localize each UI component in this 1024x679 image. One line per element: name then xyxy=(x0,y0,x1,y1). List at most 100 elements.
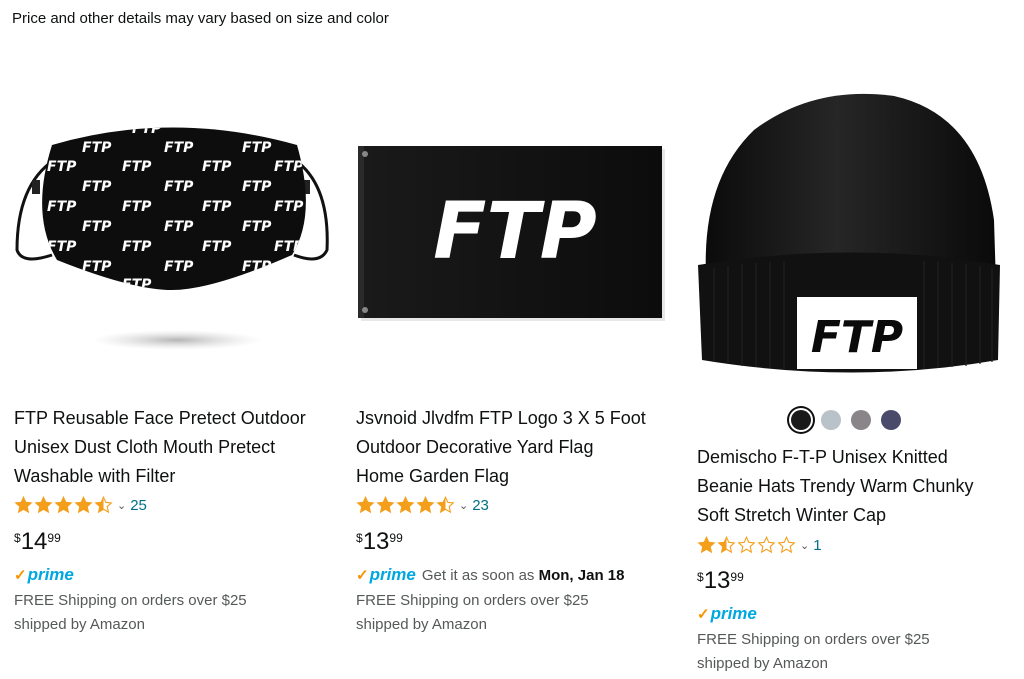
product-image-mask[interactable]: FTP FTP FTP FTP FTP FTP FTP FTP FTP FTP FTP FTP… xyxy=(12,105,332,365)
star-rating[interactable] xyxy=(14,496,113,514)
star-icon xyxy=(436,496,455,514)
svg-text:FTP: FTP xyxy=(242,140,272,156)
title-line: Soft Stretch Winter Cap xyxy=(697,505,887,525)
beanie-image: FTP xyxy=(698,93,1000,373)
shipping-info: FREE Shipping on orders over $25 shipped… xyxy=(356,589,589,637)
svg-text:FTP: FTP xyxy=(202,199,232,215)
svg-text:FTP: FTP xyxy=(82,179,112,195)
svg-text:FTP: FTP xyxy=(274,159,304,175)
chevron-down-icon[interactable]: ⌄ xyxy=(459,499,468,512)
product-title[interactable]: Jsvnoid Jlvdfm FTP Logo 3 X 5 Foot Outdo… xyxy=(356,404,676,491)
price-currency: $ xyxy=(697,570,704,584)
price-fraction: 99 xyxy=(47,531,61,545)
star-rating[interactable] xyxy=(697,536,796,554)
price-fraction: 99 xyxy=(389,531,403,545)
swatch-gray[interactable] xyxy=(851,410,871,430)
star-icon xyxy=(737,536,756,554)
price-whole: 13 xyxy=(362,528,390,555)
svg-text:FTP: FTP xyxy=(274,239,304,255)
review-count[interactable]: 1 xyxy=(813,537,821,554)
chevron-down-icon[interactable]: ⌄ xyxy=(800,539,809,552)
price[interactable]: $1499 xyxy=(14,528,61,556)
prime-label: prime xyxy=(710,604,757,623)
svg-text:FTP: FTP xyxy=(202,239,232,255)
price-currency: $ xyxy=(14,531,21,545)
svg-text:FTP: FTP xyxy=(242,259,272,275)
svg-text:FTP: FTP xyxy=(122,277,152,293)
price-whole: 13 xyxy=(703,567,731,594)
svg-text:FTP: FTP xyxy=(242,219,272,235)
svg-text:FTP: FTP xyxy=(164,259,194,275)
chevron-down-icon[interactable]: ⌄ xyxy=(117,499,126,512)
star-icon xyxy=(717,536,736,554)
svg-text:FTP: FTP xyxy=(242,179,272,195)
notice-text: Price and other details may vary based o… xyxy=(12,10,389,27)
star-icon xyxy=(697,536,716,554)
shipped-by: shipped by Amazon xyxy=(14,616,145,633)
check-icon: ✓ xyxy=(356,567,369,584)
star-icon xyxy=(94,496,113,514)
shipping-info: FREE Shipping on orders over $25 shipped… xyxy=(697,628,930,676)
product-title[interactable]: FTP Reusable Face Pretect Outdoor Unisex… xyxy=(14,404,334,491)
delivery-estimate: Get it as soon as Mon, Jan 18 xyxy=(422,567,625,584)
prime-label: prime xyxy=(27,565,74,584)
color-swatches xyxy=(791,410,901,430)
svg-text:FTP: FTP xyxy=(47,159,77,175)
prime-badge: ✓ prime xyxy=(697,604,757,624)
star-rating[interactable] xyxy=(356,496,455,514)
svg-text:FTP: FTP xyxy=(47,239,77,255)
rating: ⌄ 25 xyxy=(14,494,147,516)
shipped-by: shipped by Amazon xyxy=(356,616,487,633)
title-line: Beanie Hats Trendy Warm Chunky xyxy=(697,476,974,496)
star-icon xyxy=(376,496,395,514)
face-mask-image: FTP FTP FTP FTP FTP FTP FTP FTP FTP FTP FTP FTP… xyxy=(15,121,329,350)
price-currency: $ xyxy=(356,531,363,545)
product-image-flag[interactable]: FTP xyxy=(355,140,675,340)
star-icon xyxy=(34,496,53,514)
review-count[interactable]: 25 xyxy=(130,497,147,514)
rating: ⌄ 1 xyxy=(697,534,822,556)
price-fraction: 99 xyxy=(730,570,744,584)
shipping-line: FREE Shipping on orders over $25 xyxy=(356,592,589,609)
flag-logo-text: FTP xyxy=(433,187,597,277)
delivery-prefix: Get it as soon as xyxy=(421,567,535,584)
prime-line: ✓ prime xyxy=(697,604,757,624)
swatch-black[interactable] xyxy=(791,410,811,430)
prime-label: prime xyxy=(369,565,416,584)
title-line: Outdoor Decorative Yard Flag xyxy=(356,437,594,457)
star-icon xyxy=(416,496,435,514)
star-icon xyxy=(54,496,73,514)
beanie-logo-text: FTP xyxy=(811,312,903,363)
title-line: Washable with Filter xyxy=(14,466,176,486)
svg-text:FTP: FTP xyxy=(132,121,162,137)
check-icon: ✓ xyxy=(697,606,710,623)
price[interactable]: $1399 xyxy=(356,528,403,556)
flag-image: FTP xyxy=(358,146,665,321)
svg-text:FTP: FTP xyxy=(122,199,152,215)
shipping-line: FREE Shipping on orders over $25 xyxy=(14,592,247,609)
shipping-line: FREE Shipping on orders over $25 xyxy=(697,631,930,648)
swatch-light-gray[interactable] xyxy=(821,410,841,430)
shipping-info: FREE Shipping on orders over $25 shipped… xyxy=(14,589,247,637)
rating: ⌄ 23 xyxy=(356,494,489,516)
svg-text:FTP: FTP xyxy=(122,159,152,175)
title-line: Jsvnoid Jlvdfm FTP Logo 3 X 5 Foot xyxy=(356,408,646,428)
star-icon xyxy=(356,496,375,514)
prime-line: ✓ prime Get it as soon as Mon, Jan 18 xyxy=(356,565,624,585)
check-icon: ✓ xyxy=(14,567,27,584)
price[interactable]: $1399 xyxy=(697,567,744,595)
prime-badge: ✓ prime xyxy=(14,565,74,585)
swatch-navy[interactable] xyxy=(881,410,901,430)
review-count[interactable]: 23 xyxy=(472,497,489,514)
svg-text:FTP: FTP xyxy=(47,199,77,215)
product-title[interactable]: Demischo F-T-P Unisex Knitted Beanie Hat… xyxy=(697,443,1017,530)
star-icon xyxy=(74,496,93,514)
prime-line: ✓ prime xyxy=(14,565,74,585)
delivery-date: Mon, Jan 18 xyxy=(538,567,625,584)
title-line: FTP Reusable Face Pretect Outdoor xyxy=(14,408,306,428)
svg-text:FTP: FTP xyxy=(274,199,304,215)
title-line: Home Garden Flag xyxy=(356,466,510,486)
product-image-beanie[interactable]: FTP xyxy=(694,90,1014,390)
svg-text:FTP: FTP xyxy=(164,140,194,156)
title-line: Demischo F-T-P Unisex Knitted xyxy=(697,447,948,467)
